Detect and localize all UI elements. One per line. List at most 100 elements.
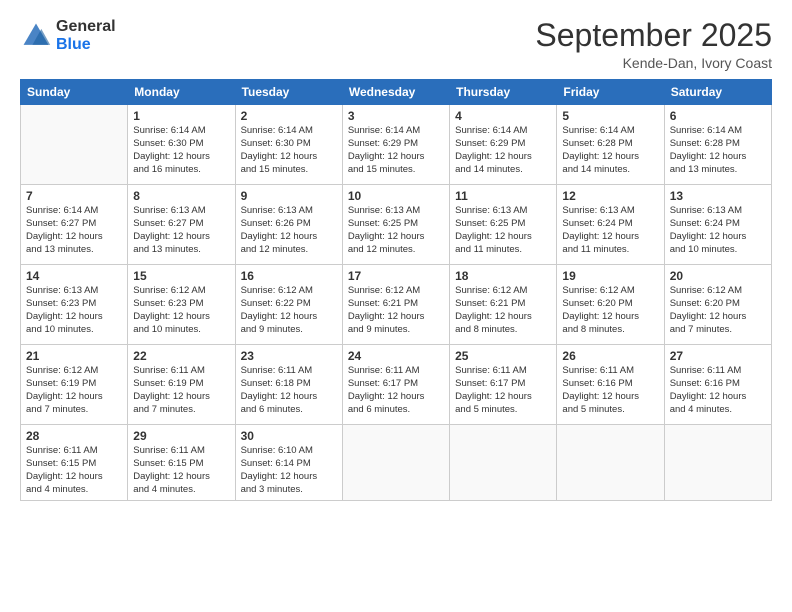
logo-general: General: [56, 18, 116, 36]
table-row: 2 Sunrise: 6:14 AM Sunset: 6:30 PM Daylig…: [235, 105, 342, 185]
logo-icon: [20, 20, 52, 52]
day-info: Sunrise: 6:12 AM Sunset: 6:22 PM Dayligh…: [241, 285, 337, 336]
day-number: 12: [562, 189, 658, 203]
logo: General Blue: [20, 18, 116, 53]
day-info: Sunrise: 6:11 AM Sunset: 6:15 PM Dayligh…: [133, 445, 229, 496]
day-number: 5: [562, 109, 658, 123]
table-row: [342, 425, 449, 501]
day-number: 29: [133, 429, 229, 443]
day-info: Sunrise: 6:11 AM Sunset: 6:19 PM Dayligh…: [133, 365, 229, 416]
calendar-table: Sunday Monday Tuesday Wednesday Thursday…: [20, 79, 772, 501]
day-number: 19: [562, 269, 658, 283]
day-info: Sunrise: 6:14 AM Sunset: 6:30 PM Dayligh…: [241, 125, 337, 176]
day-number: 2: [241, 109, 337, 123]
day-number: 17: [348, 269, 444, 283]
table-row: 30Sunrise: 6:10 AM Sunset: 6:14 PM Dayli…: [235, 425, 342, 501]
calendar-week-row: 7 Sunrise: 6:14 AM Sunset: 6:27 PM Daylig…: [21, 185, 772, 265]
col-wednesday: Wednesday: [342, 80, 449, 105]
day-number: 27: [670, 349, 766, 363]
table-row: 19 Sunrise: 6:12 AM Sunset: 6:20 PM Dayli…: [557, 265, 664, 345]
col-saturday: Saturday: [664, 80, 771, 105]
table-row: 11Sunrise: 6:13 AM Sunset: 6:25 PM Dayli…: [450, 185, 557, 265]
table-row: 14Sunrise: 6:13 AM Sunset: 6:23 PM Dayli…: [21, 265, 128, 345]
day-number: 15: [133, 269, 229, 283]
table-row: 25Sunrise: 6:11 AM Sunset: 6:17 PM Dayli…: [450, 345, 557, 425]
day-number: 1: [133, 109, 229, 123]
day-number: 7: [26, 189, 122, 203]
day-number: 22: [133, 349, 229, 363]
header: General Blue September 2025 Kende-Dan, I…: [20, 18, 772, 71]
day-info: Sunrise: 6:13 AM Sunset: 6:24 PM Dayligh…: [562, 205, 658, 256]
day-info: Sunrise: 6:14 AM Sunset: 6:29 PM Dayligh…: [455, 125, 551, 176]
table-row: 4 Sunrise: 6:14 AM Sunset: 6:29 PM Daylig…: [450, 105, 557, 185]
logo-text: General Blue: [56, 18, 116, 53]
day-info: Sunrise: 6:12 AM Sunset: 6:23 PM Dayligh…: [133, 285, 229, 336]
day-number: 20: [670, 269, 766, 283]
day-info: Sunrise: 6:12 AM Sunset: 6:21 PM Dayligh…: [455, 285, 551, 336]
table-row: 9Sunrise: 6:13 AM Sunset: 6:26 PM Daylig…: [235, 185, 342, 265]
table-row: 20Sunrise: 6:12 AM Sunset: 6:20 PM Dayli…: [664, 265, 771, 345]
table-row: 23 Sunrise: 6:11 AM Sunset: 6:18 PM Dayli…: [235, 345, 342, 425]
day-info: Sunrise: 6:11 AM Sunset: 6:15 PM Dayligh…: [26, 445, 122, 496]
day-number: 16: [241, 269, 337, 283]
day-info: Sunrise: 6:14 AM Sunset: 6:28 PM Dayligh…: [562, 125, 658, 176]
table-row: [664, 425, 771, 501]
table-row: 26Sunrise: 6:11 AM Sunset: 6:16 PM Dayli…: [557, 345, 664, 425]
day-number: 10: [348, 189, 444, 203]
col-sunday: Sunday: [21, 80, 128, 105]
day-info: Sunrise: 6:12 AM Sunset: 6:19 PM Dayligh…: [26, 365, 122, 416]
day-number: 18: [455, 269, 551, 283]
day-info: Sunrise: 6:14 AM Sunset: 6:28 PM Dayligh…: [670, 125, 766, 176]
table-row: 1Sunrise: 6:14 AM Sunset: 6:30 PM Daylig…: [128, 105, 235, 185]
day-number: 9: [241, 189, 337, 203]
day-number: 25: [455, 349, 551, 363]
table-row: 12 Sunrise: 6:13 AM Sunset: 6:24 PM Dayli…: [557, 185, 664, 265]
logo-blue: Blue: [56, 36, 116, 54]
day-info: Sunrise: 6:11 AM Sunset: 6:18 PM Dayligh…: [241, 365, 337, 416]
col-thursday: Thursday: [450, 80, 557, 105]
col-tuesday: Tuesday: [235, 80, 342, 105]
table-row: [557, 425, 664, 501]
day-info: Sunrise: 6:12 AM Sunset: 6:20 PM Dayligh…: [562, 285, 658, 336]
day-info: Sunrise: 6:13 AM Sunset: 6:23 PM Dayligh…: [26, 285, 122, 336]
day-number: 4: [455, 109, 551, 123]
day-number: 28: [26, 429, 122, 443]
table-row: 27 Sunrise: 6:11 AM Sunset: 6:16 PM Dayli…: [664, 345, 771, 425]
table-row: 10Sunrise: 6:13 AM Sunset: 6:25 PM Dayli…: [342, 185, 449, 265]
day-info: Sunrise: 6:11 AM Sunset: 6:17 PM Dayligh…: [348, 365, 444, 416]
day-number: 6: [670, 109, 766, 123]
day-number: 3: [348, 109, 444, 123]
day-number: 24: [348, 349, 444, 363]
table-row: [21, 105, 128, 185]
day-info: Sunrise: 6:13 AM Sunset: 6:24 PM Dayligh…: [670, 205, 766, 256]
day-info: Sunrise: 6:11 AM Sunset: 6:16 PM Dayligh…: [670, 365, 766, 416]
table-row: 24 Sunrise: 6:11 AM Sunset: 6:17 PM Dayli…: [342, 345, 449, 425]
table-row: 29 Sunrise: 6:11 AM Sunset: 6:15 PM Dayli…: [128, 425, 235, 501]
table-row: 21 Sunrise: 6:12 AM Sunset: 6:19 PM Dayli…: [21, 345, 128, 425]
calendar-week-row: 21 Sunrise: 6:12 AM Sunset: 6:19 PM Dayli…: [21, 345, 772, 425]
table-row: 16 Sunrise: 6:12 AM Sunset: 6:22 PM Dayli…: [235, 265, 342, 345]
col-monday: Monday: [128, 80, 235, 105]
table-row: 3 Sunrise: 6:14 AM Sunset: 6:29 PM Daylig…: [342, 105, 449, 185]
calendar-week-row: 28 Sunrise: 6:11 AM Sunset: 6:15 PM Dayli…: [21, 425, 772, 501]
month-title: September 2025: [535, 18, 772, 53]
table-row: 28 Sunrise: 6:11 AM Sunset: 6:15 PM Dayli…: [21, 425, 128, 501]
title-block: September 2025 Kende-Dan, Ivory Coast: [535, 18, 772, 71]
calendar-week-row: 14Sunrise: 6:13 AM Sunset: 6:23 PM Dayli…: [21, 265, 772, 345]
table-row: 7 Sunrise: 6:14 AM Sunset: 6:27 PM Daylig…: [21, 185, 128, 265]
day-number: 21: [26, 349, 122, 363]
table-row: 5 Sunrise: 6:14 AM Sunset: 6:28 PM Daylig…: [557, 105, 664, 185]
day-info: Sunrise: 6:13 AM Sunset: 6:25 PM Dayligh…: [455, 205, 551, 256]
table-row: [450, 425, 557, 501]
table-row: 18 Sunrise: 6:12 AM Sunset: 6:21 PM Dayli…: [450, 265, 557, 345]
day-info: Sunrise: 6:14 AM Sunset: 6:29 PM Dayligh…: [348, 125, 444, 176]
location: Kende-Dan, Ivory Coast: [535, 55, 772, 71]
calendar-header-row: Sunday Monday Tuesday Wednesday Thursday…: [21, 80, 772, 105]
table-row: 8Sunrise: 6:13 AM Sunset: 6:27 PM Daylig…: [128, 185, 235, 265]
table-row: 6 Sunrise: 6:14 AM Sunset: 6:28 PM Daylig…: [664, 105, 771, 185]
day-info: Sunrise: 6:11 AM Sunset: 6:16 PM Dayligh…: [562, 365, 658, 416]
day-number: 23: [241, 349, 337, 363]
day-info: Sunrise: 6:14 AM Sunset: 6:27 PM Dayligh…: [26, 205, 122, 256]
col-friday: Friday: [557, 80, 664, 105]
table-row: 15 Sunrise: 6:12 AM Sunset: 6:23 PM Dayli…: [128, 265, 235, 345]
